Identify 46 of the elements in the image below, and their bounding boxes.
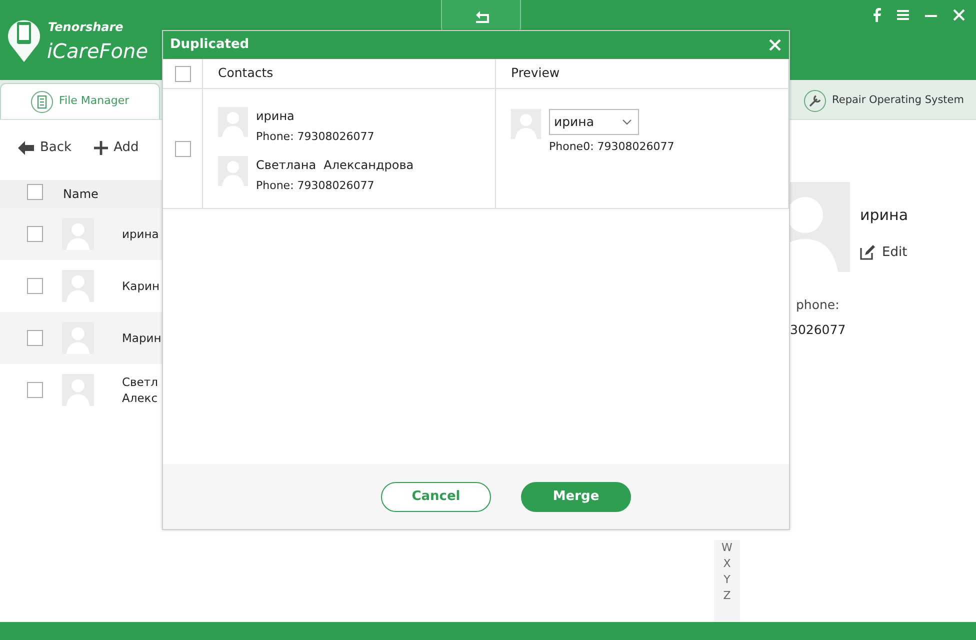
close-button[interactable] (769, 39, 781, 51)
wrench-icon (807, 93, 824, 109)
contact-name: Карин (122, 278, 160, 294)
index-letter[interactable]: Y (724, 572, 730, 588)
contact-name: Светлана Александрова (256, 156, 414, 174)
column-header: Name (63, 186, 98, 203)
checkbox[interactable] (174, 66, 190, 82)
column-header: Contacts (218, 64, 274, 82)
product-name: iCareFone (47, 38, 148, 65)
checkbox[interactable] (27, 184, 43, 200)
phone-number: Phone0: 79308026077 (549, 139, 674, 155)
index-letter[interactable]: W (722, 540, 732, 556)
phone-number: Phone: 79308026077 (256, 178, 376, 194)
column-header: Preview (511, 64, 560, 82)
menu-icon[interactable] (896, 8, 910, 22)
contact-name: ирина (860, 205, 908, 226)
close-icon[interactable] (952, 8, 966, 22)
index-letter[interactable]: X (723, 556, 731, 572)
edit-button[interactable]: Edit (860, 242, 908, 262)
index-letter[interactable]: Z (723, 588, 731, 604)
checkbox[interactable] (27, 330, 43, 346)
phone-number: 3026077 (790, 320, 846, 339)
back-arrow-icon (18, 140, 34, 154)
tab[interactable]: File Manager (0, 83, 160, 119)
plus-icon (94, 140, 108, 154)
dialog-title: Duplicated (170, 36, 250, 54)
phone-label: phone: (796, 296, 840, 314)
contact-name: ирина (122, 226, 159, 242)
edit-icon (860, 244, 876, 260)
checkbox[interactable] (27, 278, 43, 294)
toolbar-button[interactable]: Back (18, 138, 72, 158)
facebook-icon[interactable] (872, 8, 882, 22)
chevron-down-icon (622, 119, 632, 125)
checkbox[interactable] (27, 226, 43, 242)
toolbar-button[interactable]: Add (94, 138, 139, 158)
contact-name: Марин (122, 330, 162, 346)
cancel-button[interactable]: Cancel (381, 482, 491, 512)
phone-number: Phone: 79308026077 (256, 129, 374, 145)
return-arrow-icon[interactable] (474, 10, 490, 24)
merge-button[interactable]: Merge (521, 482, 631, 512)
checkbox[interactable] (174, 140, 190, 156)
name-dropdown[interactable]: ирина (549, 109, 639, 135)
contact-name: Светл Алекс (122, 374, 158, 406)
brand-name: Tenorshare (48, 19, 124, 36)
checkbox[interactable] (27, 382, 43, 398)
contact-name: ирина (256, 108, 296, 125)
